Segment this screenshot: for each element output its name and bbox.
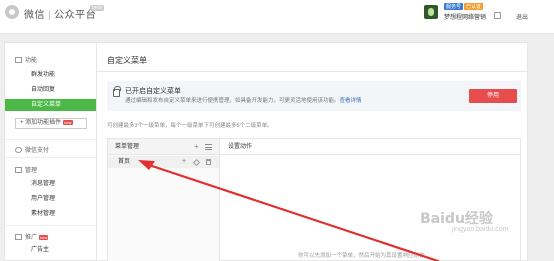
pay-icon xyxy=(15,147,22,153)
status-notice: 已开启自定义菜单 通过编辑和发布自定义菜单来进行便携管理，如具备开发能力，可更灵… xyxy=(107,81,521,111)
action-header: 设置动作 xyxy=(220,139,520,155)
sidebar: 功能 群发功能 自动回复 自定义菜单 + 添加功能插件 new 微信支付 管理 消… xyxy=(4,42,98,261)
brand-wechat: 微信 xyxy=(24,10,45,21)
sidebar-section-features: 功能 xyxy=(15,55,37,64)
watermark-logo: Baidu经验 xyxy=(420,211,493,227)
platform-brand[interactable]: 微信 | 公众平台 xyxy=(24,6,96,21)
sidebar-section-label: 管理 xyxy=(25,168,38,174)
details-link[interactable]: 查看详情 xyxy=(340,98,362,104)
notice-description: 通过编辑和发布自定义菜单来进行便携管理，如具备开发能力，可更灵活地使用该功能。查… xyxy=(125,96,362,104)
sidebar-item-custom-menu[interactable]: 自定义菜单 xyxy=(5,99,97,111)
sidebar-item-advertiser[interactable]: 广告主 xyxy=(5,244,97,256)
sidebar-item-material-manage[interactable]: 素材管理 xyxy=(5,208,97,220)
sidebar-item-user-manage[interactable]: 用户管理 xyxy=(5,193,97,205)
add-submenu-icon[interactable]: + xyxy=(182,156,186,168)
sidebar-item-message-manage[interactable]: 消息管理 xyxy=(5,178,97,190)
sidebar-section-label: 推广 xyxy=(25,235,38,241)
notice-title: 已开启自定义菜单 xyxy=(125,88,181,95)
menu-editor: 菜单管理 + 首页 + 设置动作 你可以先添加一个菜单，然后开始为其设置响应动作 xyxy=(107,138,521,261)
promo-icon xyxy=(15,234,22,240)
brand-platform: 公众平台 xyxy=(54,10,97,21)
menu-limit-hint: 可创建最多3个一级菜单，每个一级菜单下可创建最多5个二级菜单。 xyxy=(107,123,273,129)
menu-management-column: 菜单管理 + 首页 + xyxy=(108,139,220,261)
sidebar-divider xyxy=(5,225,97,226)
menu-management-header: 菜单管理 + xyxy=(108,139,219,155)
add-plugin-label: + 添加功能插件 xyxy=(20,120,62,126)
logout-link[interactable]: 退出 xyxy=(516,12,528,21)
sidebar-divider xyxy=(5,157,97,158)
account-name[interactable]: 梦想程网络营销 xyxy=(444,12,486,21)
sidebar-item-auto-reply[interactable]: 自动回复 xyxy=(5,84,97,96)
delete-icon[interactable] xyxy=(206,159,211,165)
service-account-badge: 服务号 xyxy=(444,3,464,10)
message-icon[interactable] xyxy=(494,12,501,19)
brand-separator: | xyxy=(48,10,52,21)
account-badges: 服务号 已认证 xyxy=(444,3,484,10)
wechat-logo-icon[interactable] xyxy=(5,5,19,19)
sidebar-section-manage: 管理 xyxy=(15,165,37,174)
lock-icon xyxy=(113,86,121,97)
watermark-url: jingyan.baidu.com xyxy=(452,226,509,233)
beta-tag: beta xyxy=(90,5,104,11)
menu-item-label: 首页 xyxy=(118,159,131,165)
new-tag: new xyxy=(39,235,49,240)
empty-action-hint: 你可以先添加一个菜单，然后开始为其设置响应动作 xyxy=(298,253,425,259)
sidebar-section-label: 功能 xyxy=(25,58,38,64)
grid-icon xyxy=(15,57,22,63)
sidebar-section-promo: 推广 new xyxy=(15,232,49,241)
account-avatar[interactable] xyxy=(424,5,438,19)
manage-icon xyxy=(15,167,22,173)
notice-text: 通过编辑和发布自定义菜单来进行便携管理，如具备开发能力，可更灵活地使用该功能。 xyxy=(125,98,340,104)
title-divider xyxy=(97,71,527,72)
sidebar-divider xyxy=(5,139,97,140)
sort-menu-icon[interactable] xyxy=(205,144,212,150)
page-title: 自定义菜单 xyxy=(107,56,147,65)
add-plugin-button[interactable]: + 添加功能插件 new xyxy=(15,118,87,129)
sidebar-section-wechat-pay[interactable]: 微信支付 xyxy=(15,145,49,154)
add-menu-icon[interactable]: + xyxy=(194,142,199,151)
sidebar-section-label: 微信支付 xyxy=(25,148,50,154)
top-bar: 微信 | 公众平台 beta 服务号 已认证 梦想程网络营销 退出 xyxy=(0,0,554,34)
edit-icon[interactable] xyxy=(192,158,201,167)
verified-badge: 已认证 xyxy=(464,3,484,10)
menu-item-row[interactable]: 首页 + xyxy=(108,156,219,168)
sidebar-item-mass-send[interactable]: 群发功能 xyxy=(5,69,97,81)
new-tag: new xyxy=(63,120,73,125)
disable-button[interactable]: 停用 xyxy=(469,89,517,103)
menu-management-label: 菜单管理 xyxy=(115,144,140,150)
